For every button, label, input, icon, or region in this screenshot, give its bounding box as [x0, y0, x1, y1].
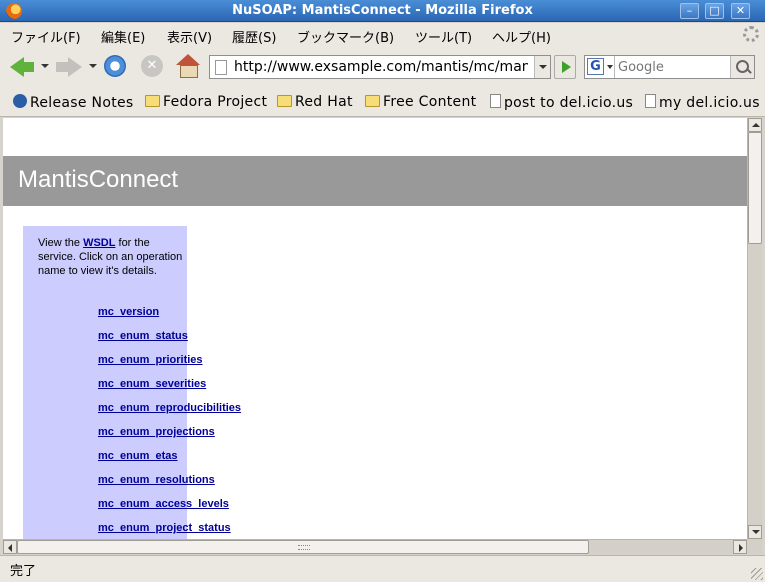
- forward-history-dropdown-icon[interactable]: [89, 64, 97, 68]
- list-item: mc_enum_status: [98, 328, 241, 352]
- minimize-button[interactable]: –: [680, 3, 699, 19]
- url-history-dropdown-icon[interactable]: [534, 56, 550, 78]
- page-title: MantisConnect: [18, 166, 179, 193]
- bookmark-free-content[interactable]: Free Content: [365, 94, 476, 110]
- list-item: mc_enum_priorities: [98, 352, 241, 376]
- go-button[interactable]: [554, 55, 576, 79]
- menu-file[interactable]: ファイル(F): [11, 27, 81, 46]
- bookmark-post-to-delicious[interactable]: post to del.icio.us: [490, 94, 633, 111]
- operation-link[interactable]: mc_enum_resolutions: [98, 474, 215, 486]
- list-item: mc_enum_projections: [98, 424, 241, 448]
- bookmark-fedora-project[interactable]: Fedora Project: [145, 94, 267, 110]
- fedora-icon: [13, 94, 27, 108]
- operation-link[interactable]: mc_enum_severities: [98, 378, 206, 390]
- window-titlebar[interactable]: NuSOAP: MantisConnect - Mozilla Firefox …: [0, 0, 765, 22]
- scroll-right-arrow-icon[interactable]: [733, 540, 747, 554]
- menu-help[interactable]: ヘルプ(H): [492, 27, 551, 46]
- operation-link[interactable]: mc_version: [98, 306, 159, 318]
- menu-bar: ファイル(F) 編集(E) 表示(V) 履歴(S) ブックマーク(B) ツール(…: [0, 23, 765, 47]
- folder-icon: [277, 95, 292, 107]
- status-bar: 完了: [0, 555, 765, 582]
- chevron-down-icon: [607, 65, 613, 69]
- vertical-scrollbar[interactable]: [747, 118, 762, 539]
- operation-link[interactable]: mc_enum_project_status: [98, 522, 231, 534]
- page-icon: [645, 94, 656, 108]
- operation-link[interactable]: mc_enum_priorities: [98, 354, 203, 366]
- intro-text: View the WSDL for the service. Click on …: [38, 237, 183, 277]
- menu-edit[interactable]: 編集(E): [101, 27, 145, 46]
- status-text: 完了: [10, 564, 37, 579]
- bookmarks-toolbar: Release Notes Fedora Project Red Hat Fre…: [0, 87, 765, 117]
- list-item: mc_enum_severities: [98, 376, 241, 400]
- menu-history[interactable]: 履歴(S): [232, 27, 276, 46]
- vertical-scroll-thumb[interactable]: [748, 132, 762, 244]
- operation-link[interactable]: mc_enum_status: [98, 330, 188, 342]
- list-item: mc_enum_access_levels: [98, 496, 241, 520]
- page-icon: [215, 60, 227, 75]
- page-content[interactable]: MantisConnect View the WSDL for the serv…: [3, 118, 747, 539]
- list-item: mc_enum_reproducibilities: [98, 400, 241, 424]
- resize-grip-icon[interactable]: [751, 568, 763, 580]
- forward-arrow-icon[interactable]: [56, 54, 84, 80]
- search-bar: G: [584, 55, 755, 79]
- list-item: mc_version: [98, 304, 241, 328]
- list-item: mc_enum_resolutions: [98, 472, 241, 496]
- list-item: mc_enum_project_status: [98, 520, 241, 539]
- scrollbar-corner: [747, 539, 762, 554]
- horizontal-scroll-thumb[interactable]: [17, 540, 589, 554]
- menu-view[interactable]: 表示(V): [167, 27, 212, 46]
- bookmark-red-hat[interactable]: Red Hat: [277, 94, 353, 110]
- window-title: NuSOAP: MantisConnect - Mozilla Firefox: [232, 3, 533, 18]
- close-button[interactable]: ✕: [731, 3, 750, 19]
- search-icon[interactable]: [730, 56, 754, 78]
- address-bar[interactable]: http://www.exsample.com/mantis/mc/mantis…: [209, 55, 551, 79]
- operation-link[interactable]: mc_enum_etas: [98, 450, 178, 462]
- page-banner: MantisConnect: [3, 156, 747, 206]
- wsdl-link[interactable]: WSDL: [83, 237, 115, 249]
- activity-throbber-icon: [743, 26, 759, 42]
- home-icon[interactable]: [176, 54, 200, 80]
- menu-tools[interactable]: ツール(T): [415, 27, 472, 46]
- maximize-button[interactable]: □: [705, 3, 724, 19]
- scroll-left-arrow-icon[interactable]: [3, 540, 17, 554]
- operation-link[interactable]: mc_enum_reproducibilities: [98, 402, 241, 414]
- reload-icon[interactable]: [103, 54, 129, 80]
- scroll-down-arrow-icon[interactable]: [748, 525, 762, 539]
- google-logo-icon: G: [587, 58, 604, 75]
- bookmark-release-notes[interactable]: Release Notes: [13, 94, 134, 111]
- folder-icon: [145, 95, 160, 107]
- stop-icon[interactable]: [140, 54, 166, 80]
- grip-icon: [298, 545, 310, 550]
- operation-link[interactable]: mc_enum_access_levels: [98, 498, 229, 510]
- bookmark-my-delicious[interactable]: my del.icio.us: [645, 94, 760, 111]
- page-icon: [490, 94, 501, 108]
- list-item: mc_enum_etas: [98, 448, 241, 472]
- back-history-dropdown-icon[interactable]: [41, 64, 49, 68]
- search-engine-selector[interactable]: G: [585, 56, 615, 78]
- folder-icon: [365, 95, 380, 107]
- menu-bookmarks[interactable]: ブックマーク(B): [297, 27, 394, 46]
- back-arrow-icon[interactable]: [8, 54, 36, 80]
- operation-link[interactable]: mc_enum_projections: [98, 426, 215, 438]
- horizontal-scrollbar[interactable]: [3, 539, 747, 554]
- scroll-up-arrow-icon[interactable]: [748, 118, 762, 132]
- search-input[interactable]: [618, 58, 728, 76]
- operations-list: mc_version mc_enum_status mc_enum_priori…: [98, 304, 241, 539]
- url-input[interactable]: http://www.exsample.com/mantis/mc/mantis…: [234, 59, 528, 75]
